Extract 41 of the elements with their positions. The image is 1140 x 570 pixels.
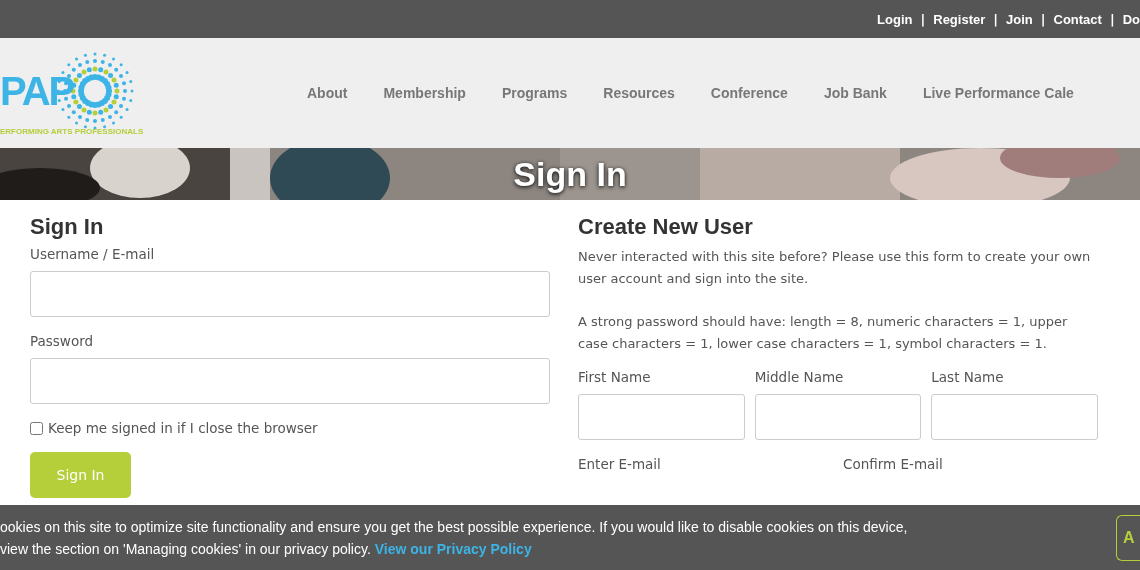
separator: | [1109, 11, 1115, 27]
field-label: Confirm E-mail [843, 456, 944, 472]
top-link[interactable]: Join [1006, 11, 1033, 27]
top-link[interactable]: Contact [1053, 11, 1102, 27]
page-title: Sign In [513, 154, 627, 194]
nav-link[interactable]: Programs [501, 85, 568, 101]
nav-link[interactable]: About [307, 85, 348, 101]
logo-text: PAP [0, 69, 74, 114]
nav-link[interactable]: Job Bank [823, 85, 887, 101]
password-field[interactable] [30, 358, 550, 404]
nav-link[interactable]: Membership [383, 85, 466, 101]
separator: | [920, 11, 926, 27]
name-field[interactable] [578, 394, 745, 440]
nav-link[interactable]: Live Performance Cale [922, 85, 1074, 101]
field-label: Password [30, 333, 95, 349]
logo-tagline: ERFORMING ARTS PROFESSIONALS [0, 127, 144, 136]
checkbox-label: Keep me signed in if I close the browser [48, 420, 318, 436]
intro-text: Never interacted with this site before? Please use this form to create your own user account and sign into the site. [578, 248, 1092, 288]
field-label: First Name [578, 369, 652, 385]
nav-link[interactable]: Conference [710, 85, 788, 101]
separator: | [993, 11, 999, 27]
name-field[interactable] [931, 394, 1098, 440]
top-link[interactable]: Do [1122, 11, 1140, 27]
name-field[interactable] [754, 394, 922, 440]
top-link[interactable]: Login [877, 11, 913, 27]
separator: | [1040, 11, 1046, 27]
field-label: Enter E-mail [578, 456, 662, 472]
username-field[interactable] [30, 271, 550, 317]
password-rules-text: A strong password should have: length = 8, numeric characters = 1, upper case characters = 1, lower case characters = 1, symbol characters = 1. [578, 313, 1069, 353]
cookie-text: ookies on this site to optimize site functionality and ensure you get the best possible experience. If you would like to disable cookies on this device, [0, 517, 908, 537]
remember-checkbox[interactable] [30, 421, 43, 435]
cookie-text: view the section on 'Managing cookies' in our privacy policy. [0, 540, 371, 557]
section-heading: Create New User [578, 214, 754, 240]
top-link[interactable]: Register [933, 11, 986, 27]
nav-link[interactable]: Resources [603, 85, 675, 101]
section-heading: Sign In [30, 214, 105, 240]
accept-button[interactable]: A [1116, 514, 1140, 561]
privacy-policy-link[interactable]: View our Privacy Policy [374, 540, 532, 557]
field-label: Username / E-mail [30, 246, 156, 262]
field-label: Middle Name [754, 369, 845, 385]
field-label: Last Name [931, 369, 1005, 385]
